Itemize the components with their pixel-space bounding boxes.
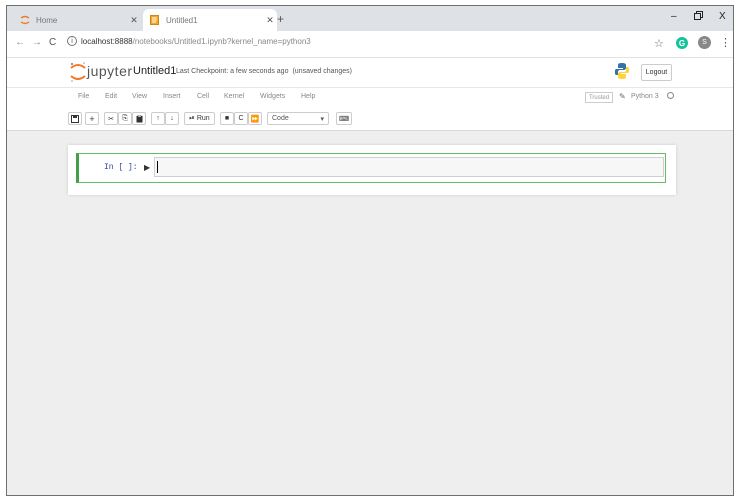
logout-button[interactable]: Logout — [641, 64, 672, 81]
minimize-button[interactable]: – — [671, 11, 677, 22]
grammarly-extension-icon[interactable]: G — [676, 37, 688, 49]
address-bar-row: ← → C i localhost:8888 /notebooks/Untitl… — [7, 31, 733, 58]
paste-button[interactable] — [132, 112, 146, 125]
menu-kernel[interactable]: Kernel — [224, 93, 244, 100]
close-window-button[interactable]: X — [719, 11, 726, 22]
restart-run-all-button[interactable]: ⏩ — [248, 112, 262, 125]
last-checkpoint-text: Last Checkpoint: a few seconds ago — [176, 68, 289, 75]
python-logo-icon — [614, 63, 630, 79]
tab-home[interactable]: Home ✕ — [13, 9, 141, 31]
reload-button[interactable]: C — [49, 37, 56, 48]
menu-insert[interactable]: Insert — [163, 93, 181, 100]
notebook-area: In [ ]: ▶ — [7, 131, 733, 495]
close-tab-icon[interactable]: ✕ — [127, 15, 141, 26]
menu-file[interactable]: File — [78, 93, 89, 100]
tab-strip: Home ✕ Untitled1 ✕ + – X — [7, 6, 733, 31]
cell-type-select[interactable]: Code ▾ — [267, 112, 329, 125]
maximize-button[interactable] — [694, 11, 703, 23]
info-icon[interactable]: i — [67, 36, 77, 46]
restore-icon — [694, 11, 703, 20]
bookmark-star-icon[interactable]: ☆ — [654, 37, 664, 50]
move-up-button[interactable]: ↑ — [151, 112, 165, 125]
close-tab-icon[interactable]: ✕ — [263, 15, 277, 26]
jupyter-favicon-icon — [19, 15, 30, 26]
tab-untitled1[interactable]: Untitled1 ✕ — [143, 9, 277, 31]
jupyter-brand[interactable]: jupyter — [87, 63, 133, 79]
restart-kernel-button[interactable]: C — [234, 112, 248, 125]
command-palette-button[interactable]: ⌨ — [336, 112, 352, 125]
browser-window: Home ✕ Untitled1 ✕ + – X ← → C i localho… — [6, 5, 734, 496]
code-cell[interactable]: In [ ]: ▶ — [76, 153, 666, 183]
jupyter-header: jupyter Untitled1 Last Checkpoint: a few… — [7, 58, 733, 88]
save-button[interactable] — [68, 112, 82, 125]
notebook-container: In [ ]: ▶ — [68, 145, 676, 195]
menu-view[interactable]: View — [132, 93, 147, 100]
menu-cell[interactable]: Cell — [197, 93, 209, 100]
run-cell-icon[interactable]: ▶ — [144, 163, 150, 172]
menu-edit[interactable]: Edit — [105, 93, 117, 100]
new-tab-button[interactable]: + — [277, 12, 284, 26]
notebook-favicon-icon — [149, 15, 160, 26]
back-button[interactable]: ← — [15, 37, 25, 48]
url-bar[interactable]: i localhost:8888 /notebooks/Untitled1.ip… — [67, 36, 311, 46]
profile-avatar[interactable]: S — [698, 36, 711, 49]
kernel-name[interactable]: Python 3 — [631, 93, 659, 100]
notebook-menubar: File Edit View Insert Cell Kernel Widget… — [7, 88, 733, 108]
checkpoint-status: Last Checkpoint: a few seconds ago (unsav… — [176, 68, 352, 75]
run-button[interactable]: ⏯ Run — [184, 112, 215, 125]
cut-button[interactable]: ✂ — [104, 112, 118, 125]
tab-title: Untitled1 — [166, 15, 198, 25]
chevron-down-icon: ▾ — [320, 115, 324, 123]
notebook-toolbar: + ✂ ⎘ ↑ ↓ ⏯ Run ■ C ⏩ Code ▾ ⌨ — [7, 108, 733, 131]
edit-mode-pencil-icon: ✎ — [619, 92, 626, 101]
jupyter-logo-icon[interactable] — [69, 61, 87, 83]
move-down-button[interactable]: ↓ — [165, 112, 179, 125]
url-host: localhost:8888 — [81, 36, 133, 46]
insert-cell-button[interactable]: + — [85, 112, 99, 125]
copy-button[interactable]: ⎘ — [118, 112, 132, 125]
unsaved-changes-text: (unsaved changes) — [292, 68, 353, 75]
kernel-status-icon — [667, 92, 674, 99]
menu-help[interactable]: Help — [301, 93, 315, 100]
menu-widgets[interactable]: Widgets — [260, 93, 285, 100]
interrupt-button[interactable]: ■ — [220, 112, 234, 125]
forward-button[interactable]: → — [32, 37, 42, 48]
trusted-indicator[interactable]: Trusted — [585, 92, 613, 103]
browser-menu-icon[interactable]: ⋮ — [720, 36, 731, 49]
text-cursor — [157, 161, 158, 173]
code-input[interactable] — [154, 157, 664, 177]
cell-type-value: Code — [272, 115, 289, 122]
paste-icon — [136, 114, 142, 122]
notebook-title[interactable]: Untitled1 — [133, 65, 176, 77]
input-prompt: In [ ]: — [104, 163, 138, 172]
save-icon — [71, 114, 79, 123]
tab-title: Home — [36, 15, 58, 25]
url-path: /notebooks/Untitled1.ipynb?kernel_name=p… — [132, 36, 311, 46]
